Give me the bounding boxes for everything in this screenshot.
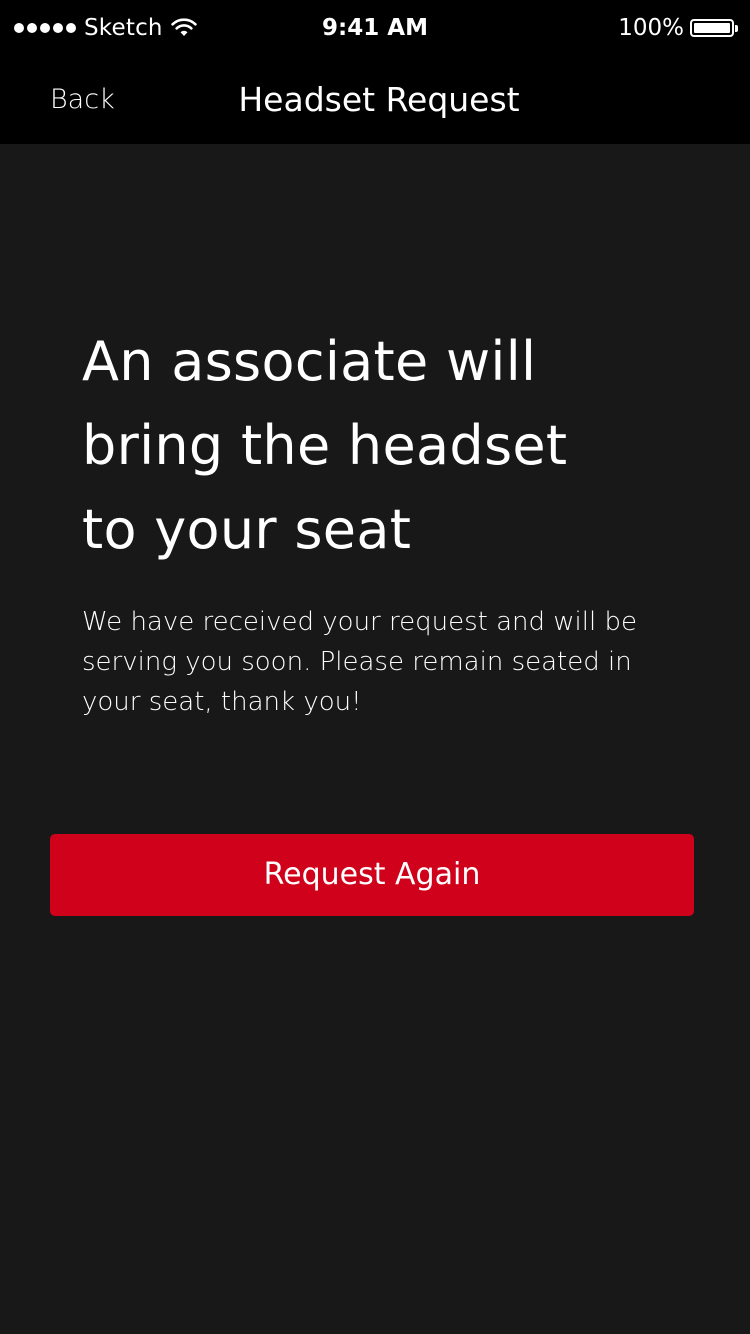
back-button[interactable]: Back	[50, 56, 115, 144]
request-again-button[interactable]: Request Again	[50, 834, 694, 916]
confirmation-message: We have received your request and will b…	[82, 607, 637, 717]
battery-cap	[735, 24, 738, 32]
battery-fill	[694, 23, 730, 33]
confirmation-headline: An associate will bring the headset to y…	[82, 330, 568, 561]
battery-icon	[690, 19, 738, 37]
battery-body	[690, 19, 734, 37]
battery-percent: 100%	[618, 15, 684, 41]
navigation-bar: Headset Request Back	[0, 56, 750, 144]
status-right: 100%	[618, 0, 738, 56]
main-content: An associate will bring the headset to y…	[0, 144, 750, 1334]
status-bar: Sketch 9:41 AM 100%	[0, 0, 750, 56]
page-title: Headset Request	[238, 80, 520, 119]
